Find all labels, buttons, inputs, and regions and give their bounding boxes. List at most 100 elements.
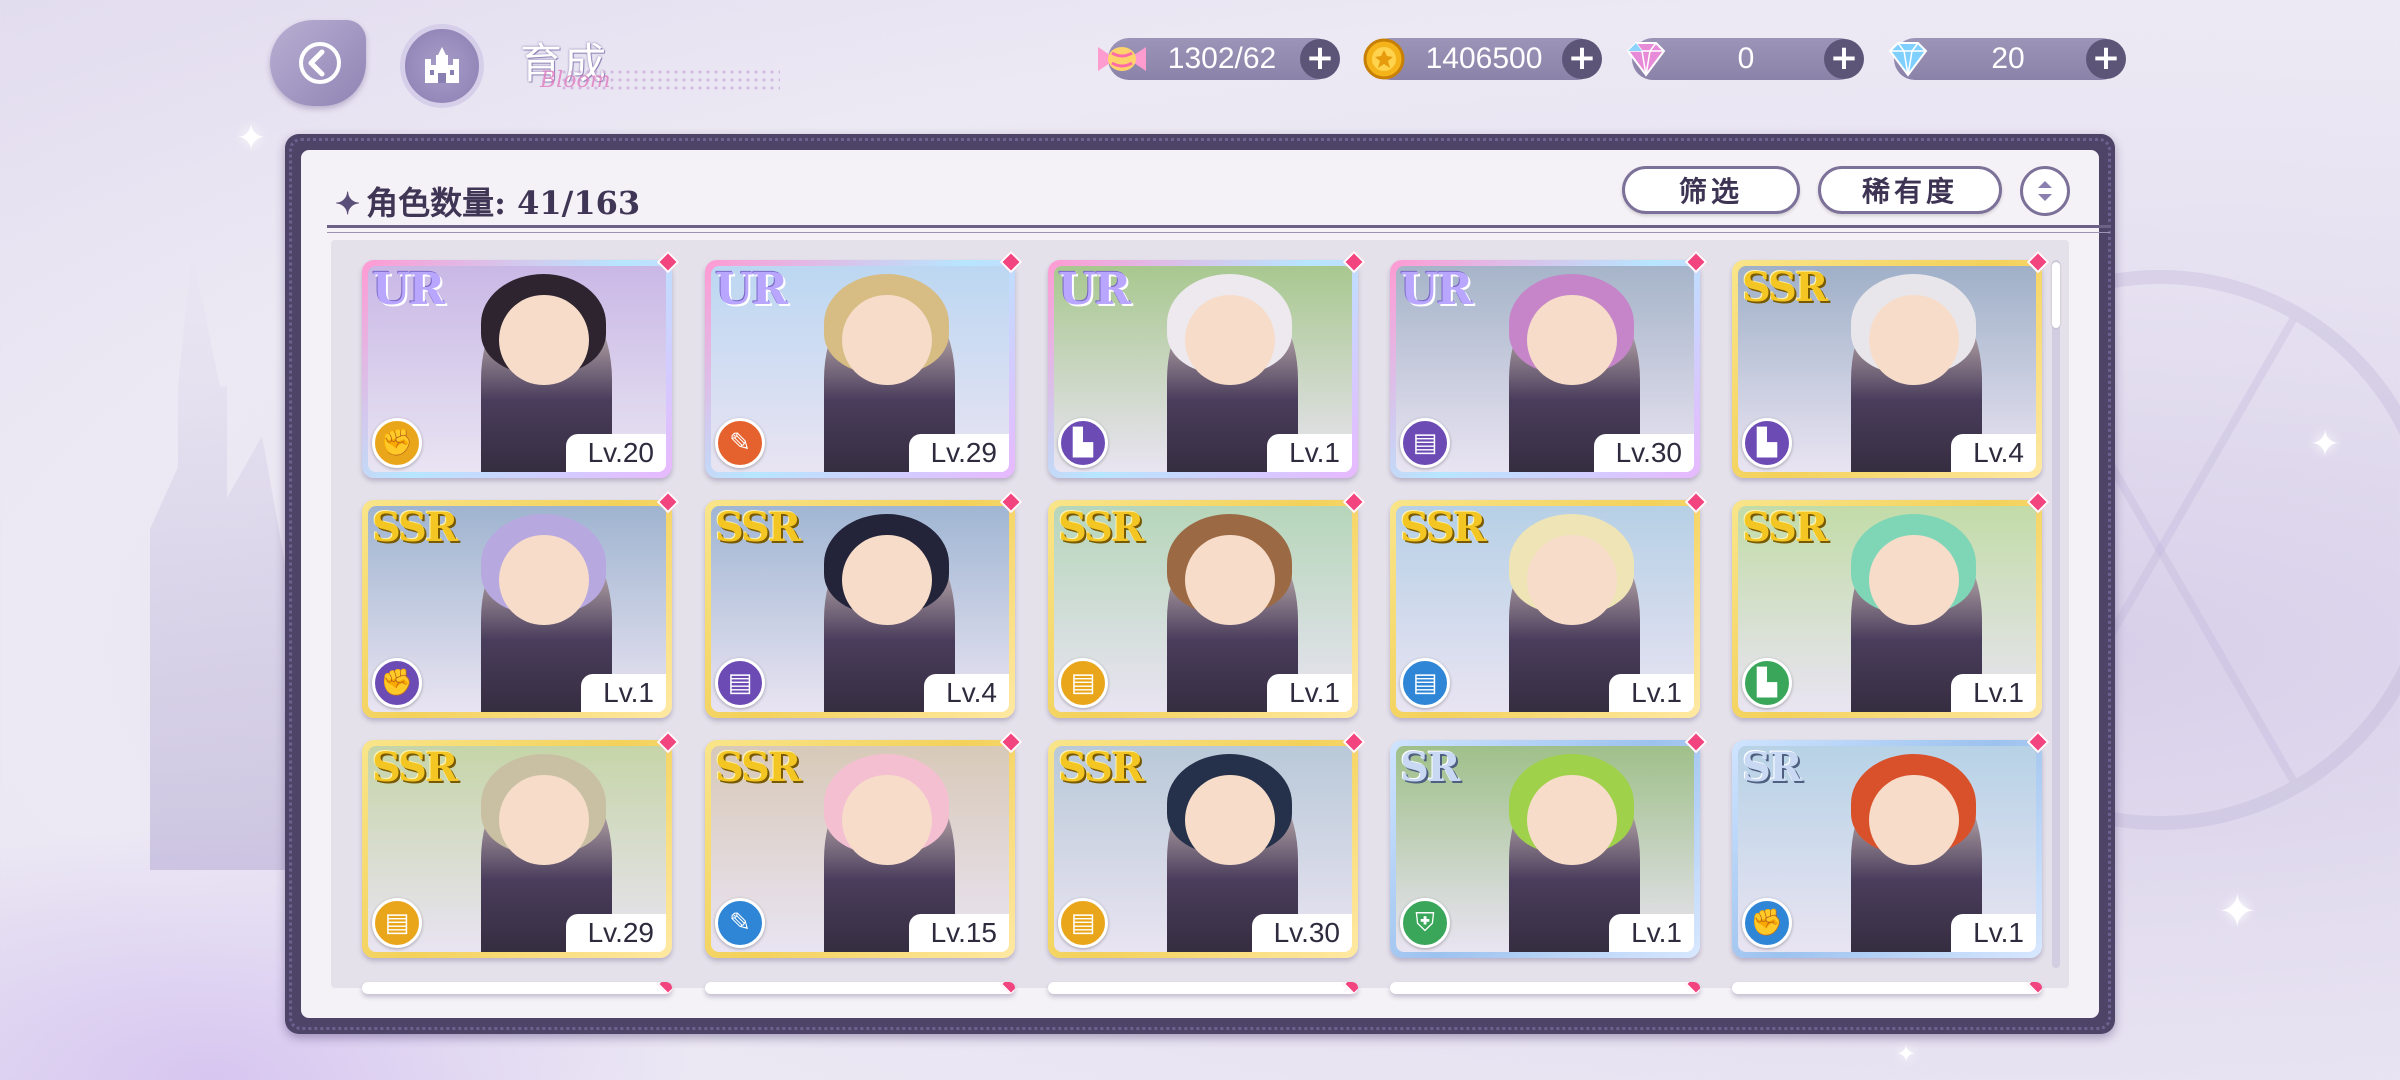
background-castle — [150, 250, 290, 870]
rarity-badge: SSR — [372, 504, 458, 551]
character-card[interactable]: SSR ▤ Lv.30 — [1048, 730, 1366, 958]
character-card[interactable]: SSR ▙ Lv.1 — [1732, 490, 2050, 718]
character-card[interactable]: SSR ✊ Lv.1 — [362, 490, 680, 718]
character-card[interactable]: SR ✊ Lv.1 — [1732, 730, 2050, 958]
character-card[interactable]: UR ✊ Lv.20 — [362, 250, 680, 478]
divider — [327, 232, 2110, 233]
character-face — [1185, 534, 1275, 626]
add-blue-gem-button[interactable]: + — [2086, 39, 2126, 79]
filter-button[interactable]: 筛选 — [1622, 166, 1800, 214]
character-card[interactable]: SSR ▙ Lv.4 — [1732, 250, 2050, 478]
character-card[interactable]: SSR ✎ Lv.15 — [705, 730, 1023, 958]
add-pink-gem-button[interactable]: + — [1824, 39, 1864, 79]
fist-icon: ✊ — [372, 418, 422, 468]
character-count-text: 角色数量: 41/163 — [366, 184, 641, 222]
rarity-badge: SR — [1400, 744, 1460, 791]
level-label: Lv.30 — [1593, 434, 1694, 472]
character-card[interactable]: SSR ▤ Lv.4 — [705, 490, 1023, 718]
level-label: Lv.30 — [1251, 914, 1352, 952]
character-face — [842, 534, 932, 626]
character-card[interactable]: UR ✎ Lv.29 — [705, 250, 1023, 478]
character-face — [1527, 774, 1617, 866]
rarity-badge: SSR — [1058, 744, 1144, 791]
boot-icon: ▙ — [1058, 418, 1108, 468]
new-indicator-icon — [1342, 982, 1358, 994]
book-icon: ▤ — [1400, 418, 1450, 468]
page-title-script: Bloom — [540, 68, 611, 93]
character-face — [1869, 294, 1959, 386]
new-indicator-icon — [2026, 982, 2042, 994]
character-face — [842, 774, 932, 866]
fist-icon: ✊ — [1742, 898, 1792, 948]
character-card-partial[interactable] — [705, 982, 1015, 994]
level-label: Lv.1 — [1951, 914, 2036, 952]
currency-gold: 1406500 + — [1363, 38, 1602, 80]
candy-icon — [1094, 32, 1150, 86]
character-face — [499, 774, 589, 866]
rarity-badge: SR — [1742, 744, 1802, 791]
level-label: Lv.4 — [1951, 434, 2036, 472]
character-face — [1869, 534, 1959, 626]
boot-icon: ▙ — [1742, 658, 1792, 708]
character-face — [1185, 294, 1275, 386]
character-card-partial[interactable] — [1390, 982, 1700, 994]
scrollbar-thumb[interactable] — [2052, 262, 2060, 328]
sparkle-icon: ✦ — [2310, 424, 2341, 465]
add-candy-button[interactable]: + — [1300, 39, 1340, 79]
sparkle-icon: ✦ — [236, 118, 267, 159]
shield-icon: ⛨ — [1400, 898, 1450, 948]
sort-arrows-icon — [2038, 181, 2052, 201]
level-label: Lv.1 — [581, 674, 666, 712]
currency-blue-gem: 20 + — [1888, 38, 2126, 80]
fist-icon: ✊ — [372, 658, 422, 708]
level-label: Lv.4 — [924, 674, 1009, 712]
character-card-partial[interactable] — [1048, 982, 1358, 994]
book-icon: ▤ — [1058, 898, 1108, 948]
rarity-badge: SSR — [372, 744, 458, 791]
scrollbar-track[interactable] — [2052, 260, 2060, 968]
sparkle-icon: ✦ — [2218, 884, 2257, 938]
rarity-badge: SSR — [1742, 264, 1828, 311]
character-card[interactable]: SSR ▤ Lv.1 — [1048, 490, 1366, 718]
book-icon: ▤ — [1400, 658, 1450, 708]
rarity-badge: SSR — [1742, 504, 1828, 551]
book-icon: ▤ — [1058, 658, 1108, 708]
rarity-badge: SSR — [715, 504, 801, 551]
sort-order-toggle[interactable] — [2020, 166, 2070, 216]
add-gold-button[interactable]: + — [1562, 39, 1602, 79]
home-button[interactable] — [400, 24, 484, 108]
page-title-block: 育成 Bloom — [520, 30, 780, 100]
character-count: ✦ 角色数量: 41/163 — [335, 178, 640, 224]
book-icon: ▤ — [715, 658, 765, 708]
character-card[interactable]: UR ▙ Lv.1 — [1048, 250, 1366, 478]
sparkle-icon: ✦ — [1896, 1040, 1917, 1068]
blue-gem-icon — [1880, 32, 1936, 86]
back-button[interactable] — [270, 20, 366, 106]
boot-icon: ▙ — [1742, 418, 1792, 468]
sort-rarity-button[interactable]: 稀有度 — [1818, 166, 2002, 214]
rarity-badge: SSR — [1058, 504, 1144, 551]
character-face — [1527, 294, 1617, 386]
character-face — [1527, 534, 1617, 626]
character-face — [499, 534, 589, 626]
chevron-left-icon — [299, 42, 341, 84]
character-face — [1185, 774, 1275, 866]
character-card-partial[interactable] — [1732, 982, 2042, 994]
level-label: Lv.1 — [1609, 674, 1694, 712]
character-card[interactable]: SSR ▤ Lv.1 — [1390, 490, 1708, 718]
character-card-partial[interactable] — [362, 982, 672, 994]
level-label: Lv.15 — [908, 914, 1009, 952]
level-label: Lv.1 — [1951, 674, 2036, 712]
book-icon: ▤ — [372, 898, 422, 948]
rarity-badge: UR — [372, 264, 445, 315]
level-label: Lv.1 — [1609, 914, 1694, 952]
wrench-icon: ✎ — [715, 418, 765, 468]
new-indicator-icon — [656, 982, 672, 994]
castle-icon — [425, 47, 459, 83]
currency-pink-gem: 0 + — [1626, 38, 1864, 80]
sparkle-icon: ✦ — [335, 187, 361, 222]
character-card[interactable]: UR ▤ Lv.30 — [1390, 250, 1708, 478]
new-indicator-icon — [999, 982, 1015, 994]
character-card[interactable]: SR ⛨ Lv.1 — [1390, 730, 1708, 958]
character-card[interactable]: SSR ▤ Lv.29 — [362, 730, 680, 958]
